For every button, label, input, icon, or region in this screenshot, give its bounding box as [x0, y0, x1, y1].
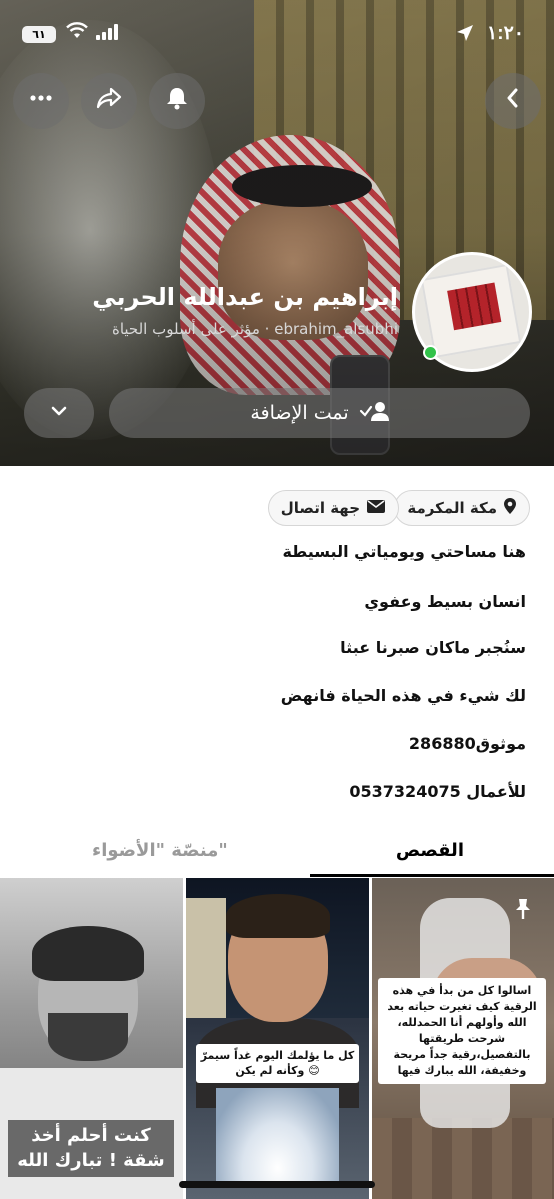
story-caption: كل ما يؤلمك اليوم غداً سيمرّ وكأنه لم يك…: [196, 1044, 359, 1083]
story-thumbnail-beard: [48, 1013, 128, 1061]
subtitle-separator: ·: [264, 320, 270, 338]
envelope-icon: [366, 499, 386, 518]
tab-stories[interactable]: القصص: [396, 840, 464, 861]
story-thumbnail-hair: [226, 894, 330, 938]
story-caption: اسالوا كل من بدأ في هذه الرقية كيف تغيرت…: [378, 978, 546, 1084]
status-bar: ٦١ ١:٢٠: [0, 20, 554, 50]
profile-display-name: إبراهيم بن عبدالله الحربي: [92, 283, 398, 311]
bio-line: انسان بسيط وعفوي: [364, 592, 526, 611]
bio-line: سنُجبر ماكان صبرنا عبثا: [340, 638, 526, 657]
story-tile[interactable]: كل ما يؤلمك اليوم غداً سيمرّ وكأنه لم يك…: [186, 878, 369, 1199]
bio-line: لك شيء في هذه الحياة فانهض: [280, 686, 526, 705]
story-thumbnail-clouds: [216, 1088, 339, 1188]
bio-line: موثوق286880: [408, 734, 526, 753]
share-button[interactable]: [81, 73, 137, 129]
clock: ١:٢٠: [487, 23, 524, 44]
profile-subtitle: مؤثر على أسلوب الحياة · ebrahim_alsubhi: [112, 320, 398, 338]
location-chip[interactable]: مكة المكرمة: [394, 490, 530, 526]
map-pin-icon: [503, 497, 517, 519]
user-check-icon: [359, 400, 389, 427]
home-indicator[interactable]: [179, 1181, 375, 1188]
cellular-signal-icon: [96, 24, 122, 40]
contact-chip-label: جهة اتصال: [280, 499, 360, 517]
online-status-indicator: [423, 345, 438, 360]
share-icon: [96, 85, 122, 117]
added-friend-button[interactable]: تمت الإضافة: [109, 388, 530, 438]
back-button[interactable]: [485, 73, 541, 129]
story-thumbnail-building: [186, 898, 226, 1018]
more-icon: [28, 85, 54, 117]
avatar-product-box: [420, 263, 522, 359]
story-tile[interactable]: اسالوا كل من بدأ في هذه الرقية كيف تغيرت…: [372, 878, 554, 1199]
profile-info-section: مكة المكرمة جهة اتصال هنا مساحتي ويوميات…: [0, 466, 554, 881]
location-chip-label: مكة المكرمة: [407, 499, 497, 517]
profile-category: مؤثر على أسلوب الحياة: [111, 320, 260, 338]
notifications-button[interactable]: [149, 73, 205, 129]
battery-icon: ٦١: [22, 26, 56, 43]
bio-line: للأعمال 0537324075: [349, 782, 526, 801]
wifi-icon: [66, 22, 88, 45]
location-arrow-icon: [456, 24, 474, 47]
chevron-right-icon: [500, 85, 526, 117]
expand-button[interactable]: [24, 388, 94, 438]
tab-spotlight[interactable]: منصّة "الأضواء": [92, 840, 228, 861]
more-options-button[interactable]: [13, 73, 69, 129]
bio-line: هنا مساحتي ويومياتي البسيطة: [282, 542, 526, 561]
contact-chip[interactable]: جهة اتصال: [267, 490, 399, 526]
story-caption: كنت أحلم أخذ شقة ! تبارك الله: [8, 1120, 174, 1177]
story-tile[interactable]: كنت أحلم أخذ شقة ! تبارك الله: [0, 878, 183, 1199]
profile-username: ebrahim_alsubhi: [274, 320, 398, 338]
story-thumbnail-floor: [372, 1118, 554, 1199]
chevron-down-icon: [48, 400, 70, 426]
story-thumbnail-hair: [32, 926, 144, 981]
added-label: تمت الإضافة: [250, 402, 349, 424]
content-tabs: القصص منصّة "الأضواء": [0, 834, 554, 878]
active-tab-indicator: [310, 874, 554, 877]
bell-icon: [164, 85, 190, 117]
pin-icon: [506, 892, 540, 926]
